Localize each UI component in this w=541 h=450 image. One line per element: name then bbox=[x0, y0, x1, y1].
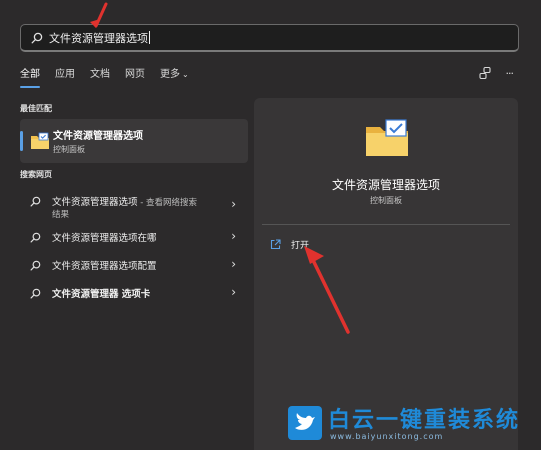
best-match-result[interactable]: 文件资源管理器选项 控制面板 bbox=[20, 119, 248, 163]
web-search-heading: 搜索网页 bbox=[20, 170, 52, 179]
chevron-right-icon: › bbox=[231, 285, 236, 299]
folder-options-icon bbox=[31, 132, 49, 149]
connect-icon[interactable] bbox=[478, 66, 492, 80]
search-icon bbox=[30, 260, 41, 271]
web-result-text: 文件资源管理器 选项卡 bbox=[52, 289, 151, 300]
chevron-right-icon: › bbox=[231, 229, 236, 243]
detail-title: 文件资源管理器选项 bbox=[331, 178, 440, 192]
web-result-text: 文件资源管理器选项 bbox=[52, 197, 138, 208]
open-external-icon bbox=[270, 239, 281, 250]
tab-apps[interactable]: 应用 bbox=[55, 68, 75, 84]
tab-documents[interactable]: 文档 bbox=[90, 68, 110, 84]
folder-options-icon bbox=[366, 119, 408, 156]
search-icon bbox=[30, 288, 41, 299]
start-search-panel: 文件资源管理器选项 全部 应用 文档 网页 更多 ⌄ ··· 最佳匹配 文件资源管… bbox=[0, 0, 541, 450]
tab-all[interactable]: 全部 bbox=[20, 68, 40, 88]
open-action[interactable]: 打开 bbox=[270, 238, 309, 251]
tab-web[interactable]: 网页 bbox=[125, 68, 145, 84]
search-input[interactable]: 文件资源管理器选项 bbox=[20, 24, 519, 52]
more-options-icon[interactable]: ··· bbox=[506, 67, 514, 80]
best-match-heading: 最佳匹配 bbox=[20, 104, 52, 113]
best-match-title: 文件资源管理器选项 bbox=[53, 131, 143, 142]
divider bbox=[262, 224, 510, 225]
watermark: 白云一键重装系统 www.baiyunxitong.com bbox=[288, 402, 538, 448]
web-result-2[interactable]: 文件资源管理器选项在哪 › bbox=[20, 226, 248, 250]
web-result-extra: - 查看网络搜索 bbox=[137, 198, 197, 208]
search-icon bbox=[30, 196, 41, 207]
web-result-text: 文件资源管理器选项在哪 bbox=[52, 233, 157, 244]
chevron-down-icon: ⌄ bbox=[182, 70, 189, 79]
watermark-url: www.baiyunxitong.com bbox=[330, 432, 444, 441]
web-result-text: 文件资源管理器选项配置 bbox=[52, 261, 157, 272]
chevron-right-icon: › bbox=[231, 197, 236, 211]
twitter-bird-logo-icon bbox=[288, 406, 322, 440]
best-match-subtitle: 控制面板 bbox=[53, 145, 85, 154]
filter-tabs: 全部 应用 文档 网页 更多 ⌄ bbox=[20, 68, 204, 88]
search-icon bbox=[31, 32, 43, 43]
web-result-extra-line: 结果 bbox=[52, 210, 70, 220]
open-label: 打开 bbox=[291, 241, 310, 251]
web-result-3[interactable]: 文件资源管理器选项配置 › bbox=[20, 254, 248, 278]
result-detail-pane: 文件资源管理器选项 控制面板 打开 bbox=[254, 98, 518, 450]
web-result-1[interactable]: 文件资源管理器选项 - 查看网络搜索 结果 › bbox=[20, 190, 248, 220]
chevron-right-icon: › bbox=[231, 257, 236, 271]
web-result-4[interactable]: 文件资源管理器 选项卡 › bbox=[20, 282, 248, 306]
tab-tools: ··· bbox=[478, 66, 514, 80]
text-caret bbox=[149, 31, 150, 44]
search-icon bbox=[30, 232, 41, 243]
search-query-text: 文件资源管理器选项 bbox=[49, 31, 148, 45]
detail-subtitle: 控制面板 bbox=[370, 196, 402, 205]
watermark-title: 白云一键重装系统 bbox=[328, 408, 521, 433]
tab-more[interactable]: 更多 ⌄ bbox=[160, 68, 189, 84]
selection-indicator bbox=[20, 131, 23, 151]
